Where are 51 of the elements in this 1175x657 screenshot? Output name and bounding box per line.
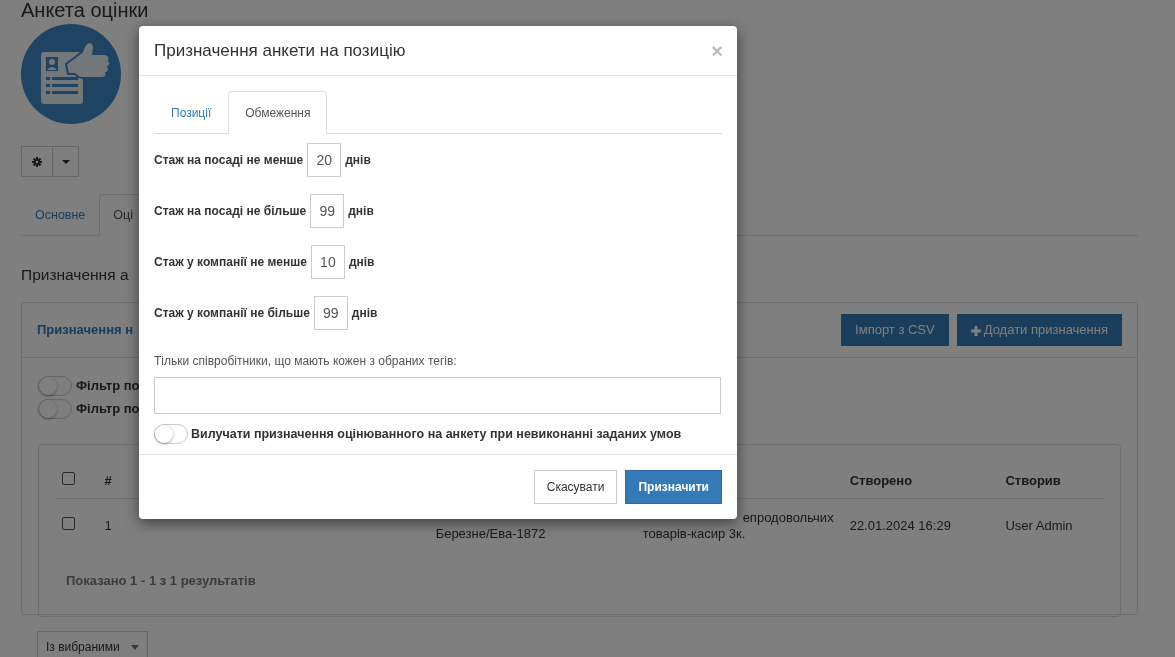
number-field[interactable]: 99 bbox=[310, 194, 345, 228]
table-cell: епродовольчих bbox=[742, 510, 834, 526]
modal-title: Призначення анкети на позицію bbox=[154, 39, 406, 62]
column-header: Створив bbox=[1005, 471, 1062, 490]
column-header: # bbox=[104, 471, 113, 490]
toggle-switch[interactable] bbox=[38, 398, 72, 419]
filter-label: Фільтр по bbox=[76, 376, 140, 395]
tab[interactable]: Позиції bbox=[154, 91, 229, 134]
logo-icon bbox=[21, 24, 121, 124]
section-title: Призначення а bbox=[21, 265, 129, 285]
filter-label: Фільтр по bbox=[76, 399, 140, 418]
plus-icon bbox=[970, 325, 981, 336]
field-label: Стаж на посаді не більше bbox=[154, 203, 307, 220]
checkbox[interactable] bbox=[62, 471, 75, 485]
table-cell-text: 22.01.2024 16:29 bbox=[849, 517, 952, 536]
unit-label: днів bbox=[348, 254, 375, 271]
table-cell-text: 1 bbox=[104, 517, 113, 536]
assign-button[interactable]: Призначити bbox=[625, 470, 722, 504]
unit-label: днів bbox=[351, 305, 378, 322]
gear-icon bbox=[32, 156, 42, 167]
table-cell-text: User Admin bbox=[1005, 517, 1074, 536]
column-header: Створено bbox=[849, 471, 914, 490]
number-field[interactable]: 10 bbox=[310, 245, 345, 279]
table-cell: Березне/Ева-1872 bbox=[435, 526, 546, 542]
add-button[interactable]: Додати призначення bbox=[956, 314, 1122, 346]
field-label: Тільки співробітники, що мають кожен з обраних тегів: bbox=[154, 353, 458, 370]
tab[interactable]: Основне bbox=[21, 194, 100, 236]
caret-icon bbox=[61, 159, 70, 164]
settings-button[interactable] bbox=[21, 146, 53, 177]
toggle-switch[interactable] bbox=[38, 375, 72, 396]
tags-field[interactable] bbox=[154, 377, 721, 414]
import-button[interactable]: Імпорт з CSV bbox=[841, 314, 949, 346]
number-field[interactable]: 99 bbox=[313, 296, 348, 330]
caret-icon bbox=[131, 644, 139, 650]
unit-label: днів bbox=[348, 203, 374, 220]
bulk-action-select[interactable]: Із вибраними bbox=[37, 631, 148, 657]
number-field[interactable]: 20 bbox=[307, 143, 342, 177]
unit-label: днів bbox=[345, 152, 371, 169]
field-label: Стаж у компанії не менше bbox=[154, 254, 307, 271]
results-summary: Показано 1 - 1 з 1 результатів bbox=[66, 573, 256, 588]
toggle-switch[interactable] bbox=[154, 424, 188, 444]
field-label: Стаж у компанії не більше bbox=[154, 305, 310, 322]
checkbox[interactable] bbox=[62, 517, 75, 531]
toggle-label: Вилучати призначення оцінюванного на анкету при невиконанні заданих умов bbox=[191, 425, 682, 443]
tab[interactable]: Обмеження bbox=[228, 91, 328, 134]
card-title: Призначення н bbox=[37, 321, 134, 340]
page-title: Анкета оцінки bbox=[21, 0, 150, 20]
dropdown-button[interactable] bbox=[53, 146, 79, 177]
table-cell: товарів-касир 3к. bbox=[642, 526, 746, 542]
cancel-button[interactable]: Скасувати bbox=[533, 470, 618, 504]
field-label: Стаж на посаді не менше bbox=[154, 152, 304, 169]
